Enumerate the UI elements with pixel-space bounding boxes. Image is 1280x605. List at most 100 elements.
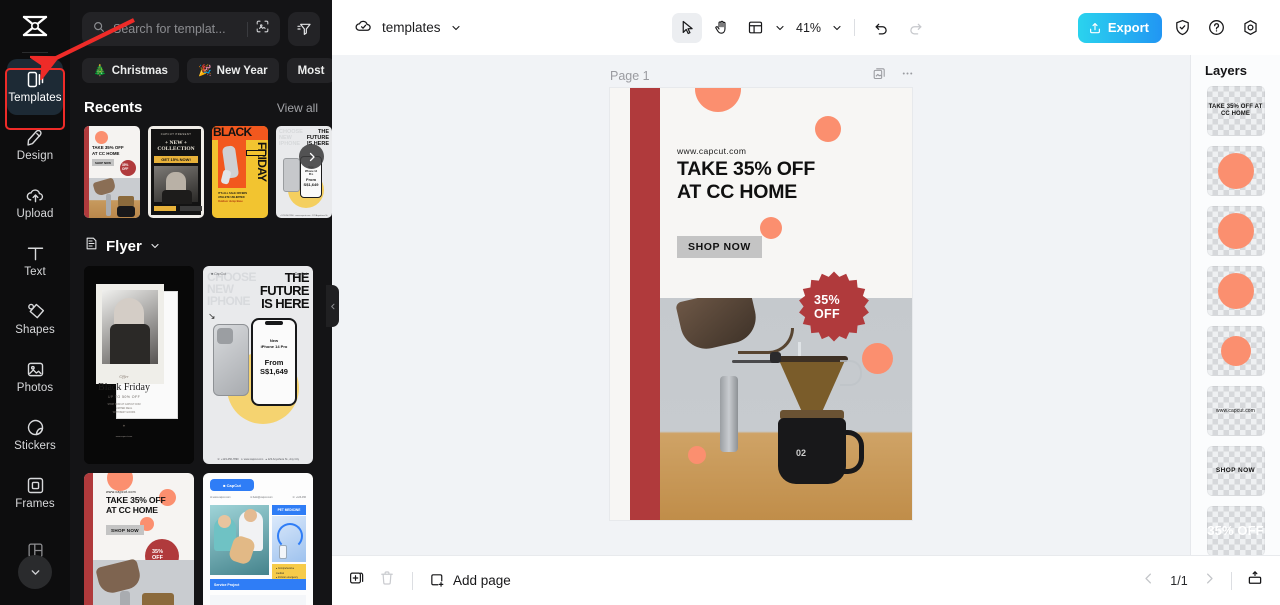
recent-thumb-take-35-off[interactable]: TAKE 35% OFF AT CC HOME SHOP NOW 35% OFF <box>84 126 140 218</box>
headline-line-2: AT CC HOME <box>677 180 798 203</box>
search-icon <box>92 20 106 39</box>
circle-shape <box>1217 273 1254 309</box>
flyer-icon <box>84 236 99 256</box>
flyer-card-take-35-off[interactable]: www.capcut.com TAKE 35% OFF AT CC HOME SH… <box>84 473 194 605</box>
cursor-icon <box>682 20 693 35</box>
layer-text-headline[interactable]: TAKE 35% OFF AT CC HOME <box>1206 86 1265 136</box>
left-sidebar: Templates Design Upload Text Shapes Phot… <box>0 0 70 605</box>
add-page-label: Add page <box>453 573 511 588</box>
settings-button[interactable] <box>1236 14 1264 42</box>
canvas-circle-photo-left[interactable] <box>688 446 706 464</box>
zoom-level[interactable]: 41% <box>790 21 827 35</box>
redo-button[interactable] <box>900 13 930 43</box>
sidebar-expand-more-button[interactable] <box>18 555 52 589</box>
sidebar-item-photos[interactable]: Photos <box>7 349 63 405</box>
shield-check-icon <box>1175 19 1189 36</box>
canvas-circle-mid[interactable] <box>760 217 782 239</box>
sidebar-item-stickers[interactable]: Stickers <box>7 407 63 463</box>
recents-view-all-link[interactable]: View all <box>277 101 318 115</box>
chevron-down-icon[interactable] <box>450 22 462 34</box>
canvas-circle-top[interactable] <box>695 88 741 112</box>
duplicate-icon <box>350 572 364 584</box>
sidebar-item-shapes[interactable]: Shapes <box>7 291 63 347</box>
recent-thumb-black-friday[interactable]: BLACK FRIDAY IT'S ALL SALE OFFERS ATHLETE… <box>212 126 268 218</box>
layer-text-url[interactable]: www.capcut.com <box>1206 386 1265 436</box>
canvas-headline-text[interactable]: TAKE 35% OFF AT CC HOME <box>677 158 897 204</box>
page-label: Page 1 <box>610 69 650 83</box>
sidebar-item-label: Frames <box>15 498 55 511</box>
recent-thumb-future-is-here[interactable]: CHOOSENEWIPHONE THEFUTUREIS HERE NewiPho… <box>276 126 332 218</box>
capcut-logo[interactable] <box>0 0 70 52</box>
add-page-button[interactable]: Add page <box>429 572 511 589</box>
help-button[interactable] <box>1202 14 1230 42</box>
sidebar-item-design[interactable]: Design <box>7 117 63 173</box>
sidebar-item-templates[interactable]: Templates <box>7 59 63 115</box>
recents-title: Recents <box>84 99 143 116</box>
select-tool-button[interactable] <box>672 12 702 43</box>
flyer-card-pet-medicine[interactable]: ■ CapCut ✉ www.capcut.com ✉ hello@capcut.… <box>203 473 313 605</box>
sidebar-item-text[interactable]: Text <box>7 233 63 289</box>
bottom-divider-right <box>1231 571 1232 590</box>
layout-tool-button[interactable] <box>740 13 770 43</box>
layer-text-shop-now[interactable]: SHOP NOW <box>1206 446 1265 496</box>
headline-line-1: TAKE 35% OFF <box>677 158 816 180</box>
chip-christmas[interactable]: 🎄 Christmas <box>82 58 179 83</box>
layer-circle-2[interactable] <box>1206 206 1265 256</box>
trash-icon <box>381 571 393 585</box>
hand-icon <box>714 20 726 34</box>
templates-panel: Search for templat... 🎄 Christmas 🎉 New … <box>70 0 332 605</box>
duplicate-page-icon <box>873 68 885 80</box>
document-title[interactable]: templates <box>382 20 441 35</box>
chevron-right-icon <box>309 152 315 161</box>
image-search-icon[interactable] <box>255 19 270 39</box>
layer-circle-1[interactable] <box>1206 146 1265 196</box>
layer-circle-3[interactable] <box>1206 266 1265 316</box>
page-more-button[interactable] <box>900 66 915 86</box>
sidebar-item-frames[interactable]: Frames <box>7 465 63 521</box>
panel-collapse-handle[interactable] <box>326 285 339 327</box>
chip-most[interactable]: Most <box>286 58 332 83</box>
next-page-button[interactable] <box>1202 571 1217 591</box>
flyer-section-header[interactable]: Flyer <box>70 218 332 256</box>
export-button[interactable]: Export <box>1077 12 1162 43</box>
canvas-url-text[interactable]: www.capcut.com <box>677 146 746 156</box>
filter-icon <box>297 23 311 35</box>
recents-header: Recents View all <box>70 83 332 116</box>
shield-check-button[interactable] <box>1168 14 1196 42</box>
canvas-shop-now-button[interactable]: SHOP NOW <box>677 236 762 258</box>
chip-new-year[interactable]: 🎉 New Year <box>186 58 279 83</box>
canvas-badge-35-off[interactable]: 35% OFF <box>796 270 872 346</box>
layer-circle-4[interactable] <box>1206 326 1265 376</box>
delete-button[interactable] <box>378 569 396 592</box>
canvas-circle-right[interactable] <box>815 116 841 142</box>
duplicate-page-button[interactable] <box>872 66 887 86</box>
bottom-right-group: 1/1 <box>1141 569 1264 592</box>
layer-badge-35-off[interactable]: 35% OFF <box>1206 506 1265 555</box>
carousel-next-button[interactable] <box>299 144 324 169</box>
search-input[interactable]: Search for templat... <box>82 12 280 46</box>
canvas-photo-coffee[interactable]: 02 <box>660 298 912 520</box>
expand-button[interactable] <box>1246 569 1264 592</box>
chip-label: Most <box>297 64 325 77</box>
sidebar-item-label: Upload <box>16 208 54 221</box>
circle-shape <box>1217 153 1254 189</box>
hand-tool-button[interactable] <box>706 13 736 43</box>
prev-page-button[interactable] <box>1141 571 1156 591</box>
sidebar-item-upload[interactable]: Upload <box>7 175 63 231</box>
duplicate-button[interactable] <box>348 569 366 592</box>
filter-button[interactable] <box>288 12 320 46</box>
toolbar-right-group: Export <box>1077 12 1264 43</box>
chevron-down-icon[interactable] <box>774 22 786 34</box>
design-canvas[interactable]: www.capcut.com TAKE 35% OFF AT CC HOME S… <box>610 88 912 520</box>
canvas-circle-photo-right[interactable] <box>862 343 893 374</box>
flyer-card-black-friday[interactable]: Offer Black Friday UP TO 50% OFF SHOP NO… <box>84 266 194 464</box>
badge-text: 35% OFF <box>814 293 840 322</box>
document-title-group[interactable]: templates <box>332 16 462 40</box>
upload-icon <box>1089 22 1100 33</box>
recent-thumb-new-collection[interactable]: CAPCUT PRESENT + NEW + COLLECTION GET 15%… <box>148 126 204 218</box>
undo-button[interactable] <box>866 13 896 43</box>
chevron-down-icon[interactable] <box>831 22 843 34</box>
christmas-tree-icon: 🎄 <box>93 65 107 77</box>
flyer-card-choose-new-iphone[interactable]: CHOOSE NEW IPHONE ↘ THE FUTURE IS HERE ■ Cap… <box>203 266 313 464</box>
cloud-saved-icon <box>354 16 373 40</box>
